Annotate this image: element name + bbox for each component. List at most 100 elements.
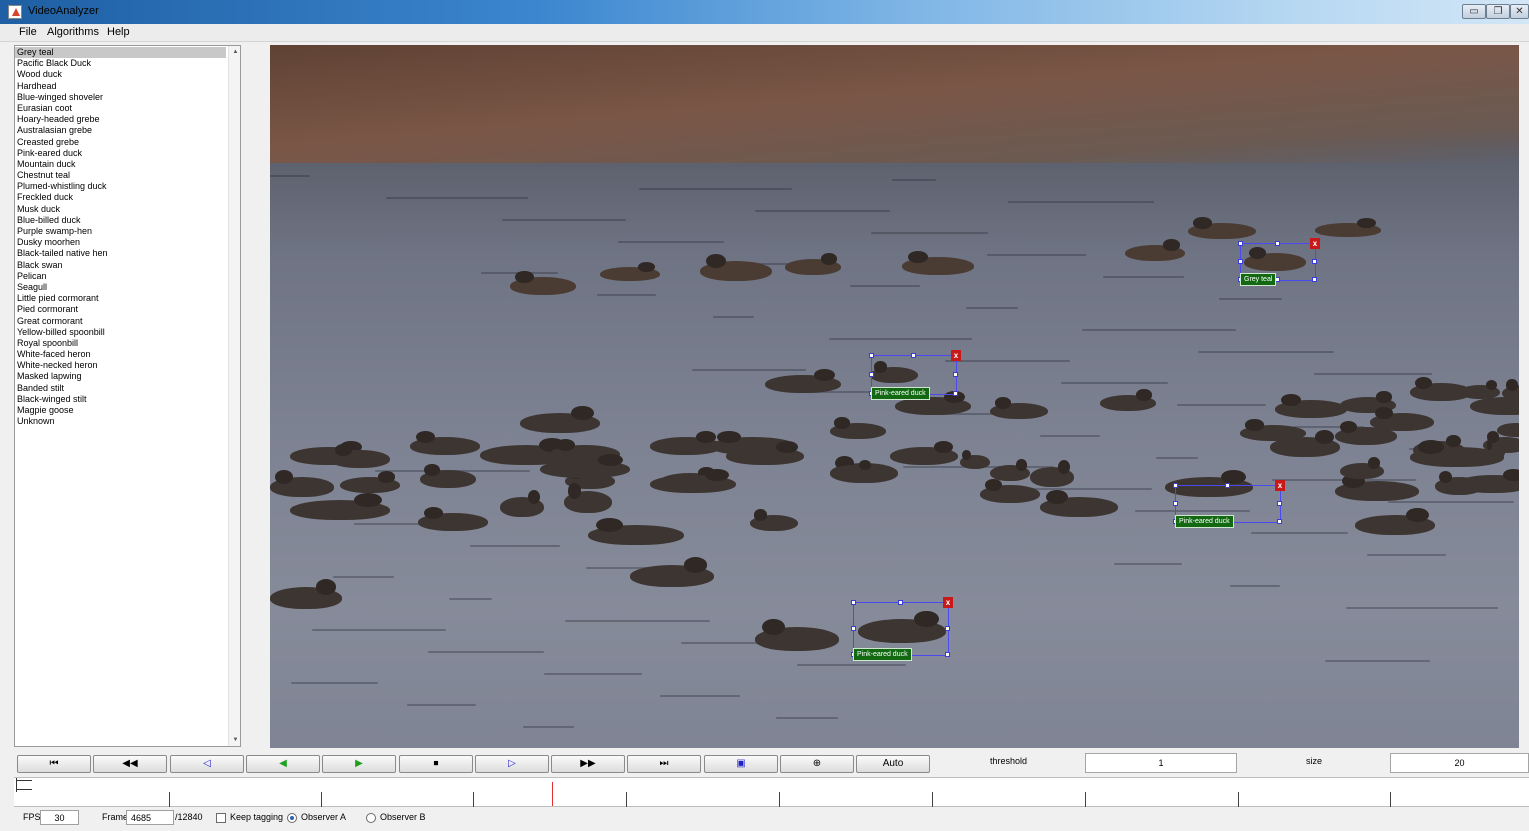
species-item[interactable]: Chestnut teal	[15, 170, 226, 181]
step-back-button[interactable]: ◁	[170, 755, 244, 773]
resize-handle[interactable]	[851, 600, 856, 605]
timeline-playhead[interactable]	[552, 782, 553, 806]
observer-a-radio[interactable]	[287, 813, 297, 823]
rewind-button[interactable]: ◀◀	[93, 755, 167, 773]
resize-handle[interactable]	[1173, 501, 1178, 506]
resize-handle[interactable]	[1312, 277, 1317, 282]
resize-handle[interactable]	[945, 652, 950, 657]
zoom-button[interactable]: ⊕	[780, 755, 854, 773]
species-item[interactable]: Wood duck	[15, 69, 226, 80]
resize-handle[interactable]	[1238, 241, 1243, 246]
species-item[interactable]: Little pied cormorant	[15, 293, 226, 304]
species-list-scrollbar[interactable]: ▲ ▼	[228, 46, 240, 746]
fast-forward-button[interactable]: ▶▶	[551, 755, 625, 773]
species-item[interactable]: Hoary-headed grebe	[15, 114, 226, 125]
species-item[interactable]: Seagull	[15, 282, 226, 293]
scroll-up-icon[interactable]: ▲	[229, 47, 240, 57]
step-back-icon: ◁	[203, 758, 211, 769]
resize-handle[interactable]	[1277, 519, 1282, 524]
keep-tagging-checkbox[interactable]	[216, 813, 226, 823]
water-ripple	[639, 188, 792, 190]
resize-handle[interactable]	[911, 353, 916, 358]
resize-handle[interactable]	[945, 626, 950, 631]
resize-handle[interactable]	[898, 600, 903, 605]
resize-handle[interactable]	[869, 353, 874, 358]
last-frame-button[interactable]: ⏭	[627, 755, 701, 773]
species-list[interactable]: Grey teal Pacific Black Duck Wood duck Hard…	[14, 45, 241, 747]
auto-button[interactable]: Auto	[856, 755, 930, 773]
species-item[interactable]: Yellow-billed spoonbill	[15, 327, 226, 338]
minimize-icon[interactable]: ▭	[1462, 4, 1486, 19]
species-item[interactable]: Purple swamp-hen	[15, 226, 226, 237]
annotation-box[interactable]: x Grey teal	[1238, 238, 1320, 286]
species-item[interactable]: Plumed-whistling duck	[15, 181, 226, 192]
species-item[interactable]: Freckled duck	[15, 192, 226, 203]
resize-handle[interactable]	[1225, 483, 1230, 488]
species-item[interactable]: Mountain duck	[15, 159, 226, 170]
menu-algorithms[interactable]: Algorithms	[43, 26, 103, 38]
observer-b-radio[interactable]	[366, 813, 376, 823]
resize-handle[interactable]	[1312, 259, 1317, 264]
annotation-close-icon[interactable]: x	[1275, 480, 1285, 491]
video-frame[interactable]: x Grey teal x Pink-eared duck x Pink-eared du…	[270, 45, 1519, 748]
species-item[interactable]: Grey teal	[15, 47, 226, 59]
species-item[interactable]: Unknown	[15, 416, 226, 427]
water-ripple	[1388, 501, 1514, 503]
annotation-box[interactable]: x Pink-eared duck	[869, 350, 961, 400]
species-item[interactable]: Black-tailed native hen	[15, 248, 226, 259]
annotation-close-icon[interactable]: x	[1310, 238, 1320, 249]
select-region-button[interactable]: ▣	[704, 755, 778, 773]
resize-handle[interactable]	[953, 391, 958, 396]
close-icon[interactable]: ✕	[1510, 4, 1529, 19]
stop-button[interactable]: ⏹	[399, 755, 473, 773]
timeline-slider[interactable]	[14, 777, 1529, 807]
species-item[interactable]: Masked lapwing	[15, 371, 226, 382]
species-item[interactable]: White-faced heron	[15, 349, 226, 360]
annotation-box[interactable]: x Pink-eared duck	[851, 597, 953, 661]
resize-handle[interactable]	[953, 372, 958, 377]
species-item[interactable]: Great cormorant	[15, 316, 226, 327]
resize-handle[interactable]	[1238, 259, 1243, 264]
species-item[interactable]: Royal spoonbill	[15, 338, 226, 349]
species-item[interactable]: Black-winged stilt	[15, 394, 226, 405]
threshold-input[interactable]: 1	[1085, 753, 1237, 773]
species-item[interactable]: Australasian grebe	[15, 125, 226, 136]
species-item[interactable]: Dusky moorhen	[15, 237, 226, 248]
annotation-label: Pink-eared duck	[1175, 515, 1234, 528]
play-button[interactable]: ▶	[322, 755, 396, 773]
resize-handle[interactable]	[851, 626, 856, 631]
title-bar[interactable]	[0, 0, 1529, 24]
species-item[interactable]: Pied cormorant	[15, 304, 226, 315]
species-item[interactable]: Creasted grebe	[15, 137, 226, 148]
species-item[interactable]: Black swan	[15, 260, 226, 271]
play-reverse-button[interactable]: ◀	[246, 755, 320, 773]
species-item[interactable]: Banded stilt	[15, 383, 226, 394]
resize-handle[interactable]	[869, 372, 874, 377]
annotation-box[interactable]: x Pink-eared duck	[1173, 480, 1285, 528]
duck	[1240, 419, 1306, 441]
scroll-down-icon[interactable]: ▼	[229, 735, 240, 745]
resize-handle[interactable]	[1277, 501, 1282, 506]
species-item[interactable]: White-necked heron	[15, 360, 226, 371]
fps-input[interactable]: 30	[40, 810, 79, 825]
species-item[interactable]: Eurasian coot	[15, 103, 226, 114]
annotation-close-icon[interactable]: x	[943, 597, 953, 608]
species-item[interactable]: Musk duck	[15, 204, 226, 215]
step-forward-button[interactable]: ▷	[475, 755, 549, 773]
menu-help[interactable]: Help	[103, 26, 134, 38]
species-item[interactable]: Magpie goose	[15, 405, 226, 416]
resize-handle[interactable]	[1275, 241, 1280, 246]
menu-file[interactable]: File	[15, 26, 41, 38]
species-item[interactable]: Pacific Black Duck	[15, 58, 226, 69]
species-item[interactable]: Pink-eared duck	[15, 148, 226, 159]
annotation-close-icon[interactable]: x	[951, 350, 961, 361]
species-item[interactable]: Blue-winged shoveler	[15, 92, 226, 103]
restore-icon[interactable]: ❐	[1486, 4, 1510, 19]
resize-handle[interactable]	[1173, 483, 1178, 488]
frame-input[interactable]: 4685	[126, 810, 174, 825]
size-input[interactable]: 20	[1390, 753, 1529, 773]
species-item[interactable]: Pelican	[15, 271, 226, 282]
species-item[interactable]: Hardhead	[15, 81, 226, 92]
species-item[interactable]: Blue-billed duck	[15, 215, 226, 226]
first-frame-button[interactable]: ⏮	[17, 755, 91, 773]
